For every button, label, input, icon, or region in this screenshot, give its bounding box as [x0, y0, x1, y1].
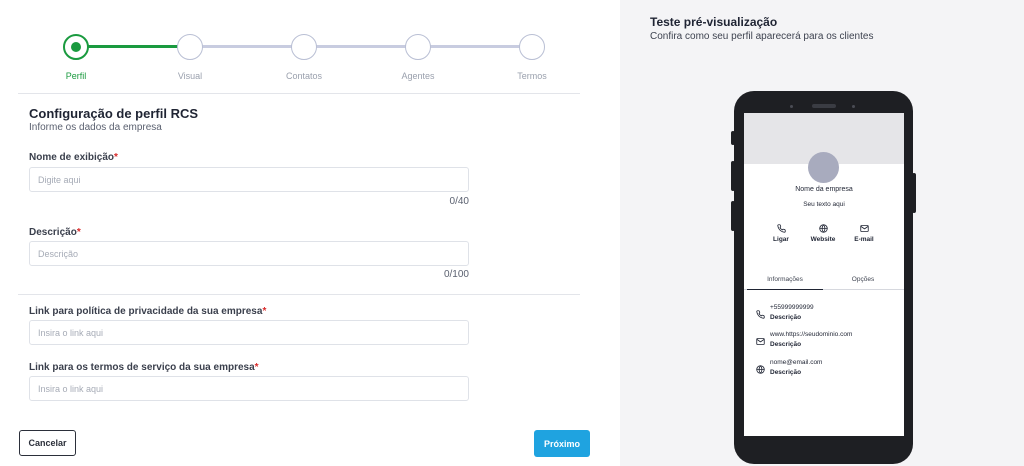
display-name-counter: 0/40: [449, 196, 469, 207]
globe-icon: [756, 365, 765, 374]
next-button[interactable]: Próximo: [534, 430, 590, 457]
stepper: Perfil Visual Contatos Agentes Termos: [18, 30, 580, 90]
action-email-label: E-mail: [854, 236, 874, 243]
info-email-value: nome@email.com: [770, 359, 823, 366]
privacy-link-input[interactable]: [29, 320, 469, 345]
step-progress-line: [76, 45, 190, 48]
step-contatos-indicator[interactable]: [291, 34, 317, 60]
action-website[interactable]: Website: [803, 224, 843, 243]
form-subtitle: Informe os dados da empresa: [29, 122, 162, 133]
description-label: Descrição*: [29, 227, 81, 238]
privacy-link-label: Link para política de privacidade da sua…: [29, 306, 266, 317]
info-phone-desc: Descrição: [770, 314, 802, 321]
info-website-value: www.https://seudominio.com: [770, 331, 853, 338]
avatar: [808, 152, 839, 183]
stepper-divider: [18, 93, 580, 94]
preview-subtitle: Confira como seu perfil aparecerá para o…: [650, 31, 874, 42]
phone-mockup: Nome da empresa Seu texto aqui Ligar Web…: [731, 91, 916, 464]
phone-sensor: [852, 105, 855, 108]
preview-panel: Teste pré-visualização Confira como seu …: [620, 0, 1024, 466]
step-visual-label[interactable]: Visual: [150, 71, 230, 81]
company-name: Nome da empresa: [795, 186, 853, 193]
phone-screen: Nome da empresa Seu texto aqui Ligar Web…: [744, 113, 904, 436]
preview-title: Teste pré-visualização: [650, 15, 778, 29]
step-agentes-indicator[interactable]: [405, 34, 431, 60]
step-perfil-label[interactable]: Perfil: [36, 71, 116, 81]
terms-link-label: Link para os termos de serviço da sua em…: [29, 362, 259, 373]
privacy-link-label-text: Link para política de privacidade da sua…: [29, 306, 263, 317]
info-email-desc: Descrição: [770, 369, 802, 376]
display-name-label: Nome de exibição*: [29, 152, 118, 163]
active-tab-indicator: [747, 289, 823, 290]
form-divider: [18, 294, 580, 295]
info-website-desc: Descrição: [770, 341, 802, 348]
required-mark: *: [114, 152, 118, 163]
phone-side-button: [731, 201, 735, 231]
globe-icon: [818, 224, 828, 233]
phone-side-button: [731, 131, 735, 145]
required-mark: *: [262, 306, 267, 317]
tab-opcoes[interactable]: Opções: [825, 276, 901, 283]
step-agentes-label[interactable]: Agentes: [378, 71, 458, 81]
phone-icon: [756, 310, 765, 319]
step-termos-label[interactable]: Termos: [492, 71, 572, 81]
cancel-button[interactable]: Cancelar: [19, 430, 76, 456]
step-contatos-label[interactable]: Contatos: [264, 71, 344, 81]
mail-icon: [756, 338, 765, 345]
phone-icon: [776, 224, 786, 233]
step-termos-indicator[interactable]: [519, 34, 545, 60]
tab-informacoes[interactable]: Informações: [747, 276, 823, 283]
action-call-label: Ligar: [773, 236, 789, 243]
company-tagline: Seu texto aqui: [803, 201, 845, 208]
form-panel: Perfil Visual Contatos Agentes Termos Co…: [0, 0, 600, 466]
phone-camera: [790, 105, 793, 108]
action-email[interactable]: E-mail: [844, 224, 884, 243]
phone-speaker: [812, 104, 836, 108]
description-input[interactable]: [29, 241, 469, 266]
description-label-text: Descrição: [29, 227, 77, 238]
terms-link-input[interactable]: [29, 376, 469, 401]
required-mark: *: [76, 227, 81, 238]
step-perfil-indicator[interactable]: [63, 34, 89, 60]
mail-icon: [859, 225, 869, 232]
display-name-label-text: Nome de exibição: [29, 152, 115, 163]
phone-side-button: [731, 161, 735, 191]
action-call[interactable]: Ligar: [761, 224, 801, 243]
required-mark: *: [254, 362, 259, 373]
description-counter: 0/100: [443, 269, 469, 280]
info-phone-value: +55999999999: [770, 304, 814, 311]
display-name-input[interactable]: [29, 167, 469, 192]
form-title: Configuração de perfil RCS: [29, 106, 199, 121]
step-visual-indicator[interactable]: [177, 34, 203, 60]
step-remaining-line: [190, 45, 530, 48]
phone-side-button: [912, 173, 916, 213]
terms-link-label-text: Link para os termos de serviço da sua em…: [29, 362, 255, 373]
action-website-label: Website: [810, 236, 836, 243]
